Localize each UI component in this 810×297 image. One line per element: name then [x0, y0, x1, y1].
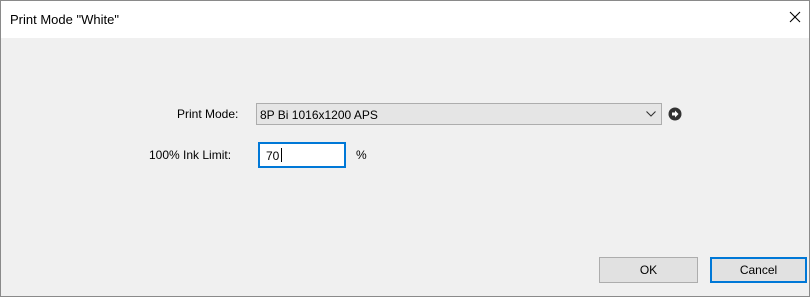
- ink-limit-input[interactable]: 70: [258, 142, 346, 168]
- ok-button-label: OK: [639, 263, 658, 277]
- text-caret: [281, 148, 282, 162]
- ink-limit-value: 70: [266, 149, 280, 163]
- chevron-down-icon: [646, 111, 656, 117]
- print-mode-label: Print Mode:: [177, 107, 239, 121]
- print-mode-dialog: Print Mode "White" Print Mode: 8P Bi 101…: [0, 0, 810, 297]
- ink-limit-label: 100% Ink Limit:: [149, 148, 232, 162]
- dialog-title: Print Mode "White": [10, 12, 119, 27]
- ink-limit-unit: %: [356, 148, 367, 162]
- cancel-button-label: Cancel: [739, 263, 778, 277]
- close-button[interactable]: [781, 1, 809, 33]
- arrow-right-icon[interactable]: [668, 107, 682, 121]
- close-icon: [789, 11, 801, 23]
- title-bar: Print Mode "White": [1, 1, 809, 38]
- print-mode-selected-value: 8P Bi 1016x1200 APS: [260, 108, 378, 122]
- cancel-button[interactable]: Cancel: [710, 257, 807, 283]
- print-mode-dropdown[interactable]: 8P Bi 1016x1200 APS: [256, 103, 662, 125]
- ok-button[interactable]: OK: [599, 257, 698, 283]
